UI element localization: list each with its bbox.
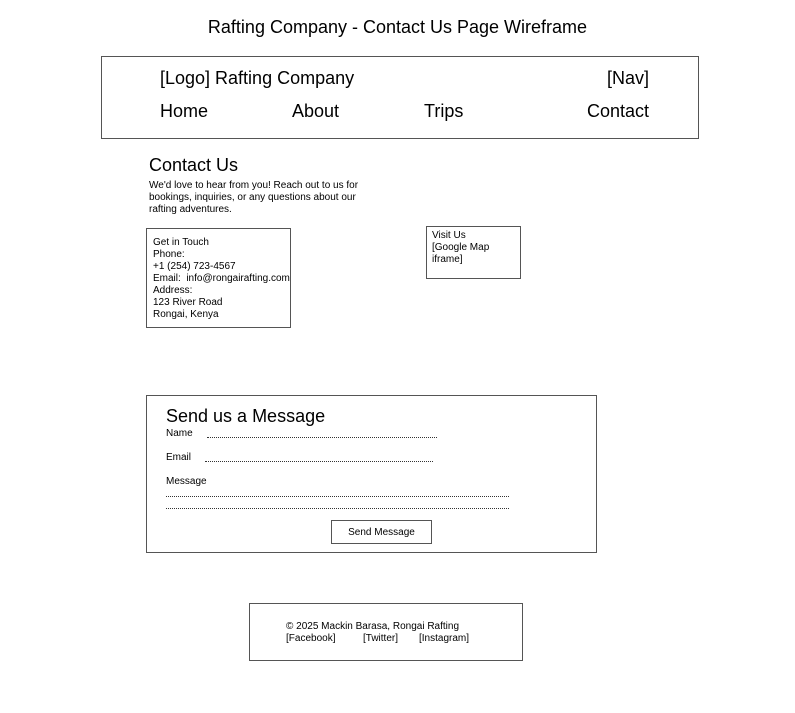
message-input-line-1[interactable] — [166, 496, 509, 497]
footer-link-facebook[interactable]: [Facebook] — [286, 634, 335, 644]
contact-intro-text: We'd love to hear from you! Reach out to… — [149, 180, 369, 216]
email-value[interactable]: Email: info@rongairafting.com — [153, 273, 290, 285]
intro-line: rafting adventures. — [149, 204, 232, 215]
email-label: Email — [166, 452, 192, 463]
send-message-button[interactable]: Send Message — [331, 520, 432, 544]
contact-heading: Contact Us — [149, 155, 239, 175]
map-iframe-placeholder[interactable]: [Google Map iframe] — [432, 242, 520, 266]
message-input-line-2[interactable] — [166, 508, 509, 509]
form-heading: Send us a Message — [166, 406, 326, 426]
address-label: Address: — [153, 285, 193, 296]
message-label: Message — [166, 476, 207, 487]
nav-item-about[interactable]: About — [292, 102, 339, 120]
map-card: Visit Us [Google Map iframe] — [426, 226, 521, 279]
site-header: [Logo] Rafting Company [Nav] Home About … — [101, 56, 699, 139]
address-line-1: 123 River Road — [153, 297, 223, 308]
message-form: Send us a Message Name Email Message Sen… — [146, 395, 597, 553]
address-line-2: Rongai, Kenya — [153, 309, 219, 320]
intro-line: bookings, inquiries, or any questions ab… — [149, 192, 356, 203]
site-logo[interactable]: [Logo] Rafting Company — [160, 69, 354, 87]
name-input[interactable] — [207, 437, 437, 438]
phone-label: Phone: — [153, 249, 185, 260]
contact-card-heading: Get in Touch — [153, 237, 209, 248]
site-footer: © 2025 Mackin Barasa, Rongai Rafting [Fa… — [249, 603, 523, 661]
footer-copyright: © 2025 Mackin Barasa, Rongai Rafting — [286, 621, 460, 632]
map-heading: Visit Us — [432, 230, 466, 241]
intro-line: We'd love to hear from you! Reach out to… — [149, 180, 359, 191]
phone-value[interactable]: +1 (254) 723-4567 — [153, 261, 290, 273]
footer-link-twitter[interactable]: [Twitter] — [363, 634, 398, 644]
page-title: Rafting Company - Contact Us Page Wirefr… — [207, 17, 588, 37]
nav-item-contact[interactable]: Contact — [587, 102, 649, 120]
email-input[interactable] — [205, 461, 433, 462]
nav-placeholder[interactable]: [Nav] — [607, 69, 649, 87]
nav-item-trips[interactable]: Trips — [424, 102, 463, 120]
nav-item-home[interactable]: Home — [160, 102, 208, 120]
contact-info-card: Get in Touch Phone: +1 (254) 723-4567 Em… — [146, 228, 291, 328]
footer-link-instagram[interactable]: [Instagram] — [419, 634, 469, 644]
name-label: Name — [166, 428, 193, 439]
